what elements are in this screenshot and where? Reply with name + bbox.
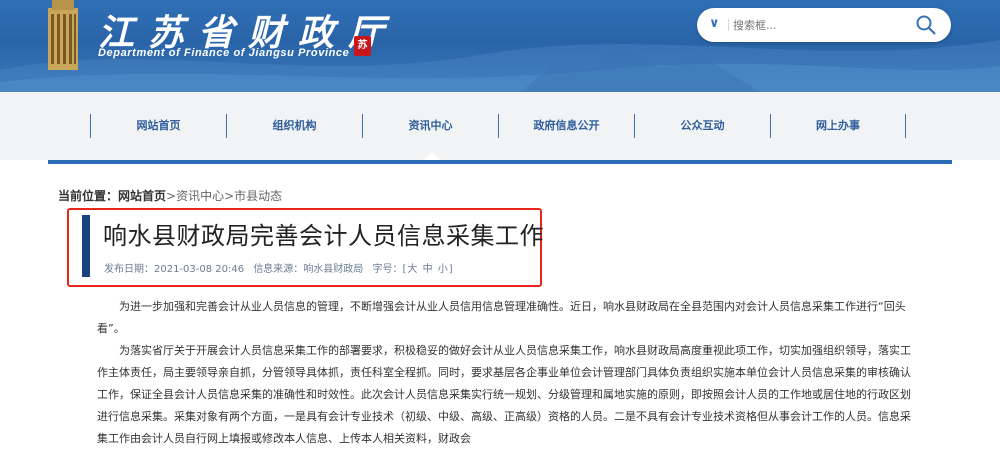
info-source-value: 响水县财政局 (303, 264, 364, 275)
breadcrumb-prefix: 当前位置： (58, 189, 119, 203)
header-banner: 江苏省财政厅 Department of Finance of Jiangsu … (0, 0, 1000, 92)
title-accent-bar (82, 215, 90, 277)
chevron-down-icon[interactable]: ∨ (709, 15, 723, 33)
nav-item-home[interactable]: 网站首页 (90, 114, 226, 138)
nav-active-pointer (424, 152, 440, 160)
search-box: ∨ (697, 8, 951, 42)
search-divider (728, 19, 729, 31)
article-paragraph: 为落实省厅关于开展会计人员信息采集工作的部署要求，积极稳妥的做好会计从业人员信息… (97, 344, 911, 445)
article-meta: 发布日期：2021-03-08 20:46 信息来源：响水县财政局 字号：[大 … (104, 260, 459, 275)
info-source-label: 信息来源： (253, 264, 304, 275)
breadcrumb: 当前位置：网站首页>资讯中心>市县动态 (58, 187, 282, 204)
search-icon[interactable] (915, 14, 937, 36)
seal-stamp: 苏 (354, 36, 371, 56)
nav-item-gov-info[interactable]: 政府信息公开 (498, 114, 634, 138)
font-size-large-link[interactable]: 大 (407, 264, 417, 275)
article-paragraph: 为进一步加强和完善会计从业人员信息的管理，不断增强会计从业人员信用信息管理准确性… (97, 300, 906, 335)
nav-item-public-interaction[interactable]: 公众互动 (634, 114, 770, 138)
nav-item-organization[interactable]: 组织机构 (226, 114, 362, 138)
search-input[interactable] (733, 16, 903, 34)
breadcrumb-separator: > (224, 189, 235, 203)
breadcrumb-news-center-link[interactable]: 资讯中心 (176, 189, 224, 203)
font-size-small-link[interactable]: 小 (438, 264, 448, 275)
article-title: 响水县财政局完善会计人员信息采集工作 (103, 222, 544, 250)
nav-item-online-services[interactable]: 网上办事 (770, 114, 906, 138)
breadcrumb-separator: > (166, 189, 177, 203)
main-nav: 网站首页 组织机构 资讯中心 政府信息公开 公众互动 网上办事 (0, 92, 1000, 160)
font-size-medium-link[interactable]: 中 (423, 264, 433, 275)
logo-tower-icon (48, 0, 78, 70)
publish-date-label: 发布日期： (104, 264, 154, 275)
site-subtitle: Department of Finance of Jiangsu Provinc… (98, 47, 350, 59)
breadcrumb-home-link[interactable]: 网站首页 (118, 189, 166, 203)
breadcrumb-city-county-link[interactable]: 市县动态 (234, 189, 282, 203)
article-body: 为进一步加强和完善会计从业人员信息的管理，不断增强会计从业人员信用信息管理准确性… (97, 296, 915, 450)
font-size-close: ] (448, 264, 453, 275)
nav-divider-line (48, 160, 952, 164)
font-size-control: 字号：[大 中 小] (373, 264, 453, 275)
nav-item-news-center[interactable]: 资讯中心 (362, 114, 498, 138)
publish-date-value: 2021-03-08 20:46 (154, 264, 245, 275)
font-size-label: 字号：[ (372, 264, 407, 275)
publish-date: 发布日期：2021-03-08 20:46 (104, 264, 244, 275)
info-source: 信息来源：响水县财政局 (253, 264, 363, 275)
